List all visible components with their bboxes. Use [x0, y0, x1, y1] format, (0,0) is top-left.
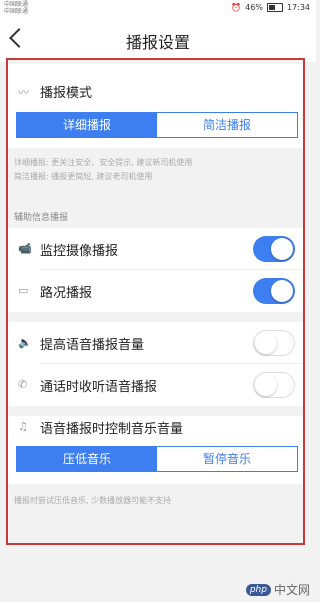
call-broadcast-toggle[interactable]	[253, 372, 295, 398]
toggle-knob	[255, 374, 277, 396]
speaker-icon: 🔈	[18, 336, 32, 349]
site-watermark: php 中文网	[245, 581, 310, 598]
phone-icon: ✆	[18, 378, 28, 391]
status-right: ⏰ 46% 17:34	[231, 3, 310, 12]
watermark-text: 中文网	[273, 583, 310, 597]
camera-broadcast-toggle[interactable]	[253, 236, 295, 262]
alarm-icon: ⏰	[231, 3, 242, 12]
lower-music-option[interactable]: 压低音乐	[17, 447, 157, 471]
settings-frame: 〰 播报模式 详细播报 简洁播报 详细播报: 更关注安全、安全提示, 建议新司机…	[6, 58, 305, 545]
battery-icon	[266, 3, 283, 12]
mode-note-1: 详细播报: 更关注安全、安全提示, 建议新司机使用	[14, 158, 193, 167]
voice-section: 🔈 提高语音播报音量 ✆ 通话时收听语音播报	[8, 322, 303, 406]
music-control-segment: 压低音乐 暂停音乐	[16, 446, 298, 472]
toggle-knob	[255, 332, 277, 354]
aux-section: 📹 监控摄像播报 ▭ 路况播报	[8, 228, 303, 312]
pause-music-option[interactable]: 暂停音乐	[157, 447, 297, 471]
traffic-broadcast-toggle[interactable]	[253, 278, 295, 304]
carrier-info: 中国联通 中国联通	[4, 1, 28, 15]
music-icon: ♫	[18, 420, 28, 433]
clock: 17:34	[286, 3, 310, 12]
status-bar: 中国联通 中国联通 ⏰ 46% 17:34	[0, 0, 316, 16]
aux-group-label: 辅助信息播报	[14, 213, 69, 223]
camera-icon: 📹	[18, 242, 32, 255]
toggle-knob	[271, 280, 293, 302]
music-note: 播报时尝试压低音乐, 少数播放器可能不支持	[14, 496, 172, 505]
traffic-broadcast-label: 路况播报	[40, 286, 93, 301]
carrier-2: 中国联通	[4, 8, 29, 15]
detailed-broadcast-option[interactable]: 详细播报	[17, 113, 157, 137]
raise-volume-label: 提高语音播报音量	[40, 338, 145, 353]
broadcast-mode-label: 播报模式	[40, 86, 93, 101]
divider	[40, 363, 303, 364]
header: 播报设置	[0, 16, 316, 62]
watermark-logo: php	[245, 583, 271, 596]
call-broadcast-label: 通话时收听语音播报	[40, 380, 158, 395]
toggle-knob	[271, 238, 293, 260]
page-title: 播报设置	[125, 33, 190, 52]
simple-broadcast-option[interactable]: 简洁播报	[157, 113, 297, 137]
broadcast-mode-segment: 详细播报 简洁播报	[16, 112, 298, 138]
carrier-1: 中国联通	[4, 1, 29, 8]
mode-note-2: 简洁播报: 播报更简短, 建议老司机使用	[14, 172, 153, 181]
battery-percent: 46%	[245, 3, 263, 12]
camera-broadcast-label: 监控摄像播报	[40, 244, 119, 259]
raise-volume-toggle[interactable]	[253, 330, 295, 356]
music-control-label: 语音播报时控制音乐音量	[40, 422, 184, 437]
divider	[40, 269, 303, 270]
music-section: ♫ 语音播报时控制音乐音量 压低音乐 暂停音乐	[8, 416, 303, 484]
wave-icon: 〰	[18, 86, 29, 99]
broadcast-mode-section: 〰 播报模式 详细播报 简洁播报	[8, 64, 303, 148]
traffic-icon: ▭	[18, 284, 29, 297]
